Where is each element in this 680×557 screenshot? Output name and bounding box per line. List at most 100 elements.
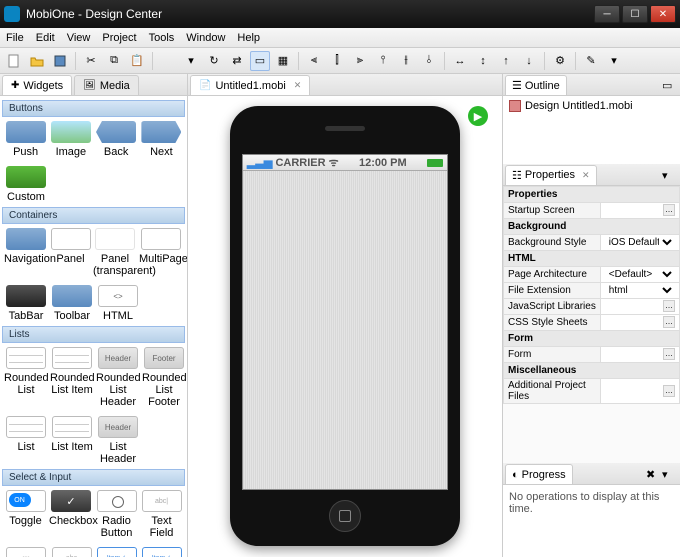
section-lists[interactable]: Lists <box>2 326 185 343</box>
align-bottom-icon[interactable]: ⫰ <box>419 51 439 71</box>
widget-navigation[interactable]: Navigation <box>4 228 48 277</box>
widget-panel-transparent[interactable]: Panel (transparent) <box>93 228 137 277</box>
section-select-input[interactable]: Select & Input <box>2 469 185 486</box>
close-props-icon[interactable]: ✕ <box>582 170 590 181</box>
maximize-button[interactable]: ☐ <box>622 5 648 23</box>
widget-select-list-2[interactable]: Item✓Select List <box>140 547 183 557</box>
edit-icon[interactable]: … <box>663 348 675 360</box>
copy-icon[interactable]: ⧉ <box>104 51 124 71</box>
close-tab-icon[interactable]: ✕ <box>294 80 302 91</box>
group-form: Form <box>504 330 680 346</box>
menu-file[interactable]: File <box>6 32 24 44</box>
align-top-icon[interactable]: ⫯ <box>373 51 393 71</box>
outline-root[interactable]: Design Untitled1.mobi <box>509 100 674 112</box>
home-button[interactable] <box>329 500 361 532</box>
gear-icon[interactable]: ⚙ <box>550 51 570 71</box>
arrow-down-icon[interactable]: ↓ <box>519 51 539 71</box>
widget-html[interactable]: <>HTML <box>96 285 140 322</box>
close-button[interactable]: ✕ <box>650 5 676 23</box>
tab-untitled[interactable]: 📄 Untitled1.mobi ✕ <box>190 75 310 95</box>
wand-icon[interactable]: ✎ <box>581 51 601 71</box>
widget-image[interactable]: Image <box>49 121 92 158</box>
widget-textarea[interactable]: abcText Area <box>50 547 93 557</box>
widget-custom[interactable]: Custom <box>4 166 48 203</box>
section-containers[interactable]: Containers <box>2 207 185 224</box>
run-button[interactable]: ▶ <box>468 106 488 126</box>
menu-help[interactable]: Help <box>237 32 260 44</box>
tab-widgets[interactable]: ✚Widgets <box>2 75 72 95</box>
widget-rounded-list[interactable]: Rounded List <box>4 347 48 408</box>
dist-v-icon[interactable]: ↕ <box>473 51 493 71</box>
edit-icon[interactable]: … <box>663 300 675 312</box>
widget-password[interactable]: •••Password Field <box>4 547 48 557</box>
widget-multipage[interactable]: MultiPage <box>139 228 183 277</box>
align-center-h-icon[interactable]: ⫿ <box>327 51 347 71</box>
form-mode-icon[interactable]: ▭ <box>250 51 270 71</box>
apple-icon[interactable] <box>158 51 178 71</box>
progress-menu-icon[interactable]: ▾ <box>662 468 676 482</box>
edit-icon[interactable]: … <box>663 316 675 328</box>
widget-checkbox[interactable]: ✓Checkbox <box>49 490 93 539</box>
tab-properties[interactable]: ☷Properties✕ <box>505 165 597 185</box>
arrow-up-icon[interactable]: ↑ <box>496 51 516 71</box>
document-icon: 📄 <box>199 80 211 91</box>
puzzle-icon: ✚ <box>11 80 19 91</box>
widget-rounded-list-header[interactable]: HeaderRounded List Header <box>96 347 140 408</box>
prop-jslib-value[interactable]: … <box>600 298 679 314</box>
widget-radio[interactable]: Radio Button <box>95 490 138 539</box>
widget-next[interactable]: Next <box>140 121 183 158</box>
link-icon[interactable]: ⇄ <box>227 51 247 71</box>
tab-media[interactable]: 🖼Media <box>74 75 139 95</box>
align-right-icon[interactable]: ⫸ <box>350 51 370 71</box>
widget-panel[interactable]: Panel <box>50 228 91 277</box>
minimize-view-icon[interactable]: ▭ <box>662 79 676 93</box>
tab-progress[interactable]: ◐Progress <box>505 464 573 484</box>
phone-screen[interactable]: ▂▃▅ CARRIER ᯤ 12:00 PM <box>242 154 448 490</box>
prop-form-value[interactable]: … <box>600 346 679 362</box>
prop-fileext-value[interactable]: html <box>600 282 679 298</box>
widget-list[interactable]: List <box>4 416 48 465</box>
align-middle-icon[interactable]: ⫲ <box>396 51 416 71</box>
prop-bgstyle-value[interactable]: iOS Default (strip... <box>600 234 679 250</box>
canvas-area[interactable]: ▶ ▂▃▅ CARRIER ᯤ 12:00 PM <box>188 96 502 557</box>
menu-tools[interactable]: Tools <box>149 32 175 44</box>
grid-icon[interactable]: ▦ <box>273 51 293 71</box>
align-left-icon[interactable]: ⫷ <box>304 51 324 71</box>
widget-text-field[interactable]: abc|Text Field <box>140 490 183 539</box>
prop-css-value[interactable]: … <box>600 314 679 330</box>
edit-icon[interactable]: … <box>663 385 675 397</box>
dropdown2-icon[interactable]: ▾ <box>604 51 624 71</box>
new-file-icon[interactable] <box>4 51 24 71</box>
menu-view[interactable]: View <box>67 32 91 44</box>
edit-icon[interactable]: … <box>663 204 675 216</box>
tab-outline[interactable]: ☰Outline <box>505 75 567 95</box>
widget-rounded-list-item[interactable]: Rounded List Item <box>50 347 94 408</box>
menu-window[interactable]: Window <box>186 32 225 44</box>
progress-tool-icon[interactable]: ✖ <box>646 468 660 482</box>
cut-icon[interactable]: ✂ <box>81 51 101 71</box>
menu-edit[interactable]: Edit <box>36 32 55 44</box>
widget-toolbar[interactable]: Toolbar <box>50 285 94 322</box>
prop-addfiles-value[interactable]: … <box>600 378 679 403</box>
open-folder-icon[interactable] <box>27 51 47 71</box>
dist-h-icon[interactable]: ↔ <box>450 51 470 71</box>
widget-toggle[interactable]: Toggle <box>4 490 47 539</box>
rotate-icon[interactable]: ↻ <box>204 51 224 71</box>
minimize-button[interactable]: ─ <box>594 5 620 23</box>
widget-back[interactable]: Back <box>95 121 138 158</box>
menu-project[interactable]: Project <box>102 32 136 44</box>
dropdown-icon[interactable]: ▾ <box>181 51 201 71</box>
widget-tabbar[interactable]: TabBar <box>4 285 48 322</box>
props-menu-icon[interactable]: ▾ <box>662 169 676 183</box>
widget-list-header[interactable]: HeaderList Header <box>96 416 140 465</box>
save-icon[interactable] <box>50 51 70 71</box>
widget-list-item[interactable]: List Item <box>50 416 94 465</box>
prop-pagearch-value[interactable]: <Default> <box>600 266 679 282</box>
widget-push[interactable]: Push <box>4 121 47 158</box>
prop-startup-value[interactable]: … <box>600 202 679 218</box>
widget-rounded-list-footer[interactable]: FooterRounded List Footer <box>142 347 186 408</box>
section-buttons[interactable]: Buttons <box>2 100 185 117</box>
widget-select-list[interactable]: Item✓Select List <box>95 547 138 557</box>
paste-icon[interactable]: 📋 <box>127 51 147 71</box>
phone-preview: ▂▃▅ CARRIER ᯤ 12:00 PM <box>230 106 460 546</box>
